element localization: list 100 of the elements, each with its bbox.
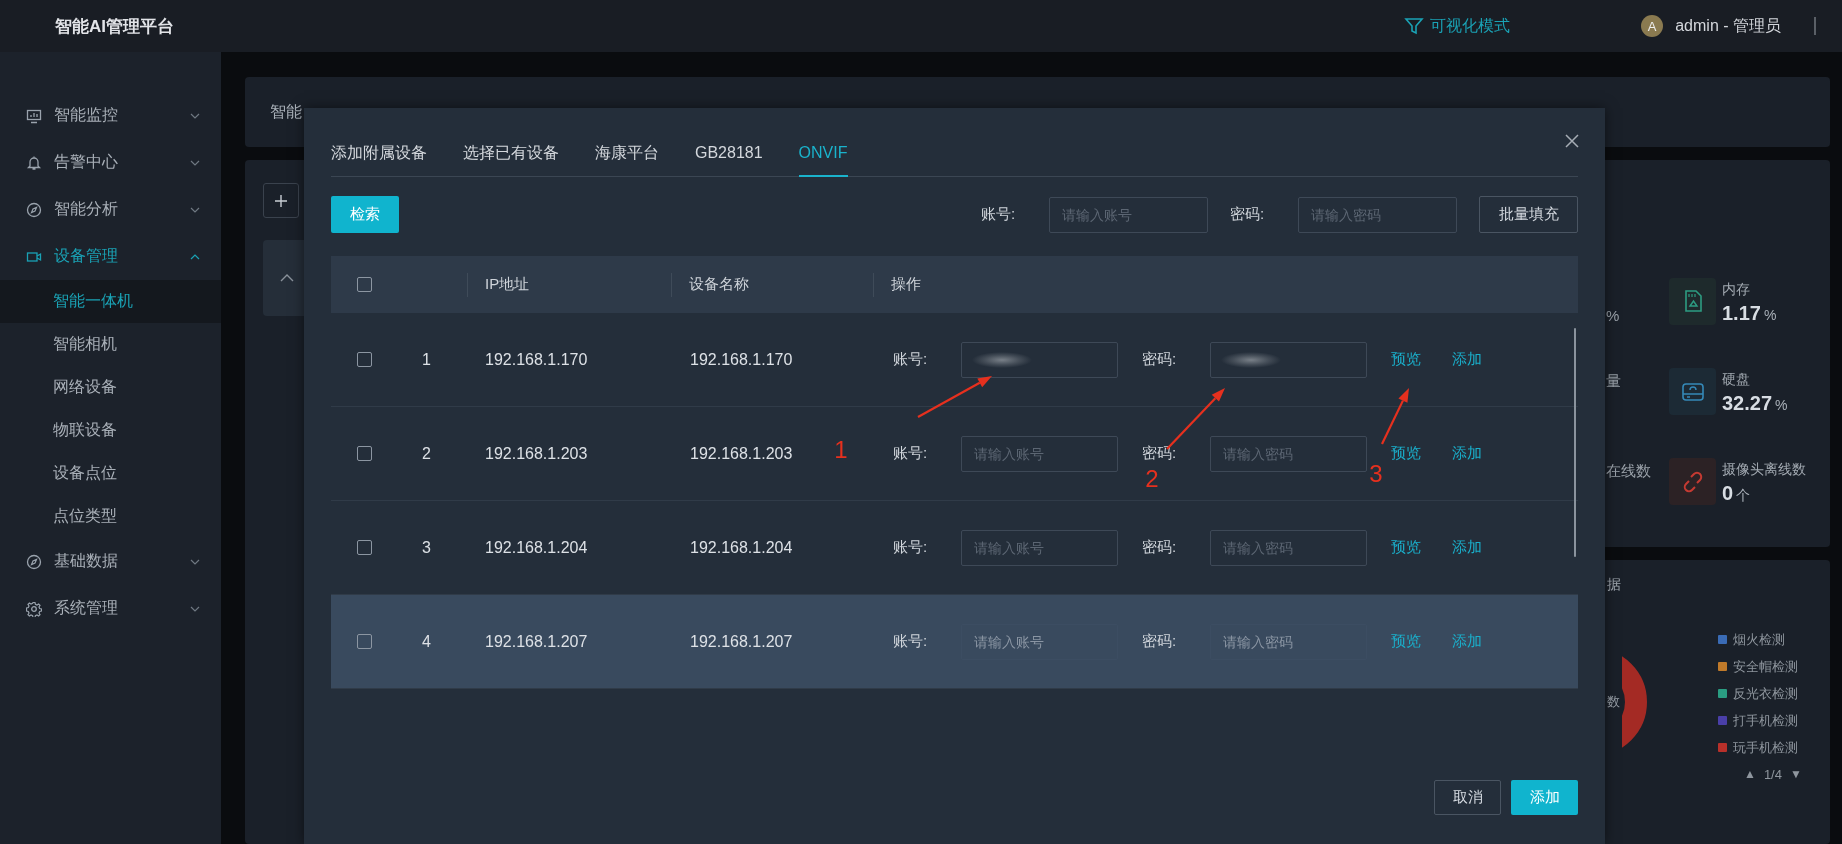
chevron-up-icon[interactable] <box>280 273 294 283</box>
page-indicator: 1/4 <box>1763 766 1782 782</box>
sidebar-subitem[interactable]: 设备点位 <box>0 452 221 495</box>
legend-label: 烟火检测 <box>1733 630 1785 649</box>
device-name: 192.168.1.207 <box>690 632 793 651</box>
add-link[interactable]: 添加 <box>1452 350 1482 369</box>
preview-link[interactable]: 预览 <box>1391 632 1421 651</box>
row-index: 4 <box>422 632 431 651</box>
avatar[interactable]: A <box>1641 15 1664 37</box>
stat-value: 0 个 <box>1722 482 1752 505</box>
stat-value: 32.27% <box>1722 392 1788 415</box>
add-link[interactable]: 添加 <box>1452 538 1482 557</box>
stat-label: 硬盘 <box>1722 370 1751 389</box>
compass-icon <box>26 201 42 218</box>
sidebar-item[interactable]: 基础数据 <box>0 538 221 585</box>
ip-address: 192.168.1.207 <box>485 632 588 651</box>
sidebar-subitem[interactable]: 智能相机 <box>0 323 221 366</box>
sidebar-item[interactable]: 智能分析 <box>0 186 221 233</box>
preview-link[interactable]: 预览 <box>1391 350 1421 369</box>
add-link[interactable]: 添加 <box>1452 444 1482 463</box>
column-header: 操作 <box>873 275 1578 294</box>
cancel-button[interactable]: 取消 <box>1434 780 1501 815</box>
close-icon[interactable] <box>1564 133 1580 149</box>
stat-label: 摄像头离线数 <box>1722 460 1806 479</box>
checkbox[interactable] <box>357 446 372 461</box>
chart-center-label: 数 <box>1607 693 1620 711</box>
legend-label: 安全帽检测 <box>1733 657 1798 676</box>
account-field[interactable] <box>961 341 1118 378</box>
sidebar-subitem[interactable]: 点位类型 <box>0 495 221 538</box>
annotation-number: 1 <box>834 436 848 463</box>
sidebar-item[interactable]: 系统管理 <box>0 585 221 632</box>
stat-label: 量 <box>1606 371 1622 391</box>
batch-fill-button[interactable]: 批量填充 <box>1479 196 1578 233</box>
chart-title: 据 <box>1607 576 1622 594</box>
tab[interactable]: 海康平台 <box>595 142 659 177</box>
annotation-number: 2 <box>1145 465 1159 492</box>
legend-label: 反光衣检测 <box>1733 684 1798 703</box>
account-label: 账号: <box>981 205 1017 224</box>
device-name: 192.168.1.204 <box>690 538 793 557</box>
preview-link[interactable]: 预览 <box>1391 444 1421 463</box>
tab[interactable]: 添加附属设备 <box>331 142 427 177</box>
password-field[interactable] <box>1210 341 1367 378</box>
user-name: admin - 管理员 <box>1675 15 1781 36</box>
add-button[interactable] <box>263 183 299 218</box>
stat-value: 1.17% <box>1722 302 1777 325</box>
account-label: 账号: <box>893 632 929 651</box>
row-index: 3 <box>422 538 431 557</box>
sidebar-subitem[interactable]: 智能一体机 <box>0 280 221 323</box>
checkbox[interactable] <box>357 352 372 367</box>
next-page-button[interactable]: ▼ <box>1789 767 1802 781</box>
checkbox[interactable] <box>357 277 372 292</box>
breadcrumb-text: 智能 <box>270 101 302 122</box>
settings-icon <box>26 600 42 617</box>
tab[interactable]: 选择已有设备 <box>463 142 559 177</box>
filter-icon <box>1404 16 1425 36</box>
row-index: 1 <box>422 350 431 369</box>
column-header: 设备名称 <box>671 275 873 294</box>
password-label: 密码: <box>1142 538 1178 557</box>
previous-page-button[interactable]: ▲ <box>1744 767 1756 781</box>
annotation-number: 3 <box>1369 460 1383 487</box>
ip-address: 192.168.1.170 <box>485 350 588 369</box>
account-label: 账号: <box>893 538 929 557</box>
password-label: 密码: <box>1142 444 1178 463</box>
legend-label: 打手机检测 <box>1733 711 1798 730</box>
password-field[interactable]: 请输入密码 <box>1210 623 1367 660</box>
plus-icon <box>274 193 288 208</box>
scrollbar[interactable] <box>1574 328 1576 557</box>
sidebar-subitem[interactable]: 物联设备 <box>0 409 221 452</box>
checkbox[interactable] <box>357 634 372 649</box>
stat-label: 在线数 <box>1606 461 1652 481</box>
stat-value: % <box>1606 306 1621 324</box>
sidebar-item[interactable]: 告警中心 <box>0 139 221 186</box>
device-name: 192.168.1.203 <box>690 444 793 463</box>
app-title: 智能AI管理平台 <box>55 15 174 38</box>
compass-icon <box>26 553 42 570</box>
row-index: 2 <box>422 444 431 463</box>
checkbox[interactable] <box>357 540 372 555</box>
sidebar-item[interactable]: 智能监控 <box>0 92 221 139</box>
monitor-icon <box>26 107 42 124</box>
tab[interactable]: GB28181 <box>695 142 763 177</box>
ip-address: 192.168.1.204 <box>485 538 588 557</box>
ip-address: 192.168.1.203 <box>485 444 588 463</box>
legend-label: 玩手机检测 <box>1733 738 1798 757</box>
account-field[interactable]: 请输入账号 <box>961 623 1118 660</box>
visual-mode-link[interactable]: 可视化模式 <box>1404 15 1511 37</box>
sidebar-item[interactable]: 设备管理 <box>0 233 221 280</box>
password-label: 密码: <box>1142 632 1178 651</box>
stat-label: 内存 <box>1722 280 1751 299</box>
device-name: 192.168.1.170 <box>690 350 793 369</box>
password-label: 密码: <box>1230 205 1266 224</box>
preview-link[interactable]: 预览 <box>1391 538 1421 557</box>
account-label: 账号: <box>893 444 929 463</box>
add-link[interactable]: 添加 <box>1452 632 1482 651</box>
account-label: 账号: <box>893 350 929 369</box>
annotation-arrow <box>1381 388 1409 445</box>
password-label: 密码: <box>1142 350 1178 369</box>
column-header: IP地址 <box>467 275 671 294</box>
bell-icon <box>26 154 42 171</box>
sidebar-subitem[interactable]: 网络设备 <box>0 366 221 409</box>
tab[interactable]: ONVIF <box>798 142 848 177</box>
